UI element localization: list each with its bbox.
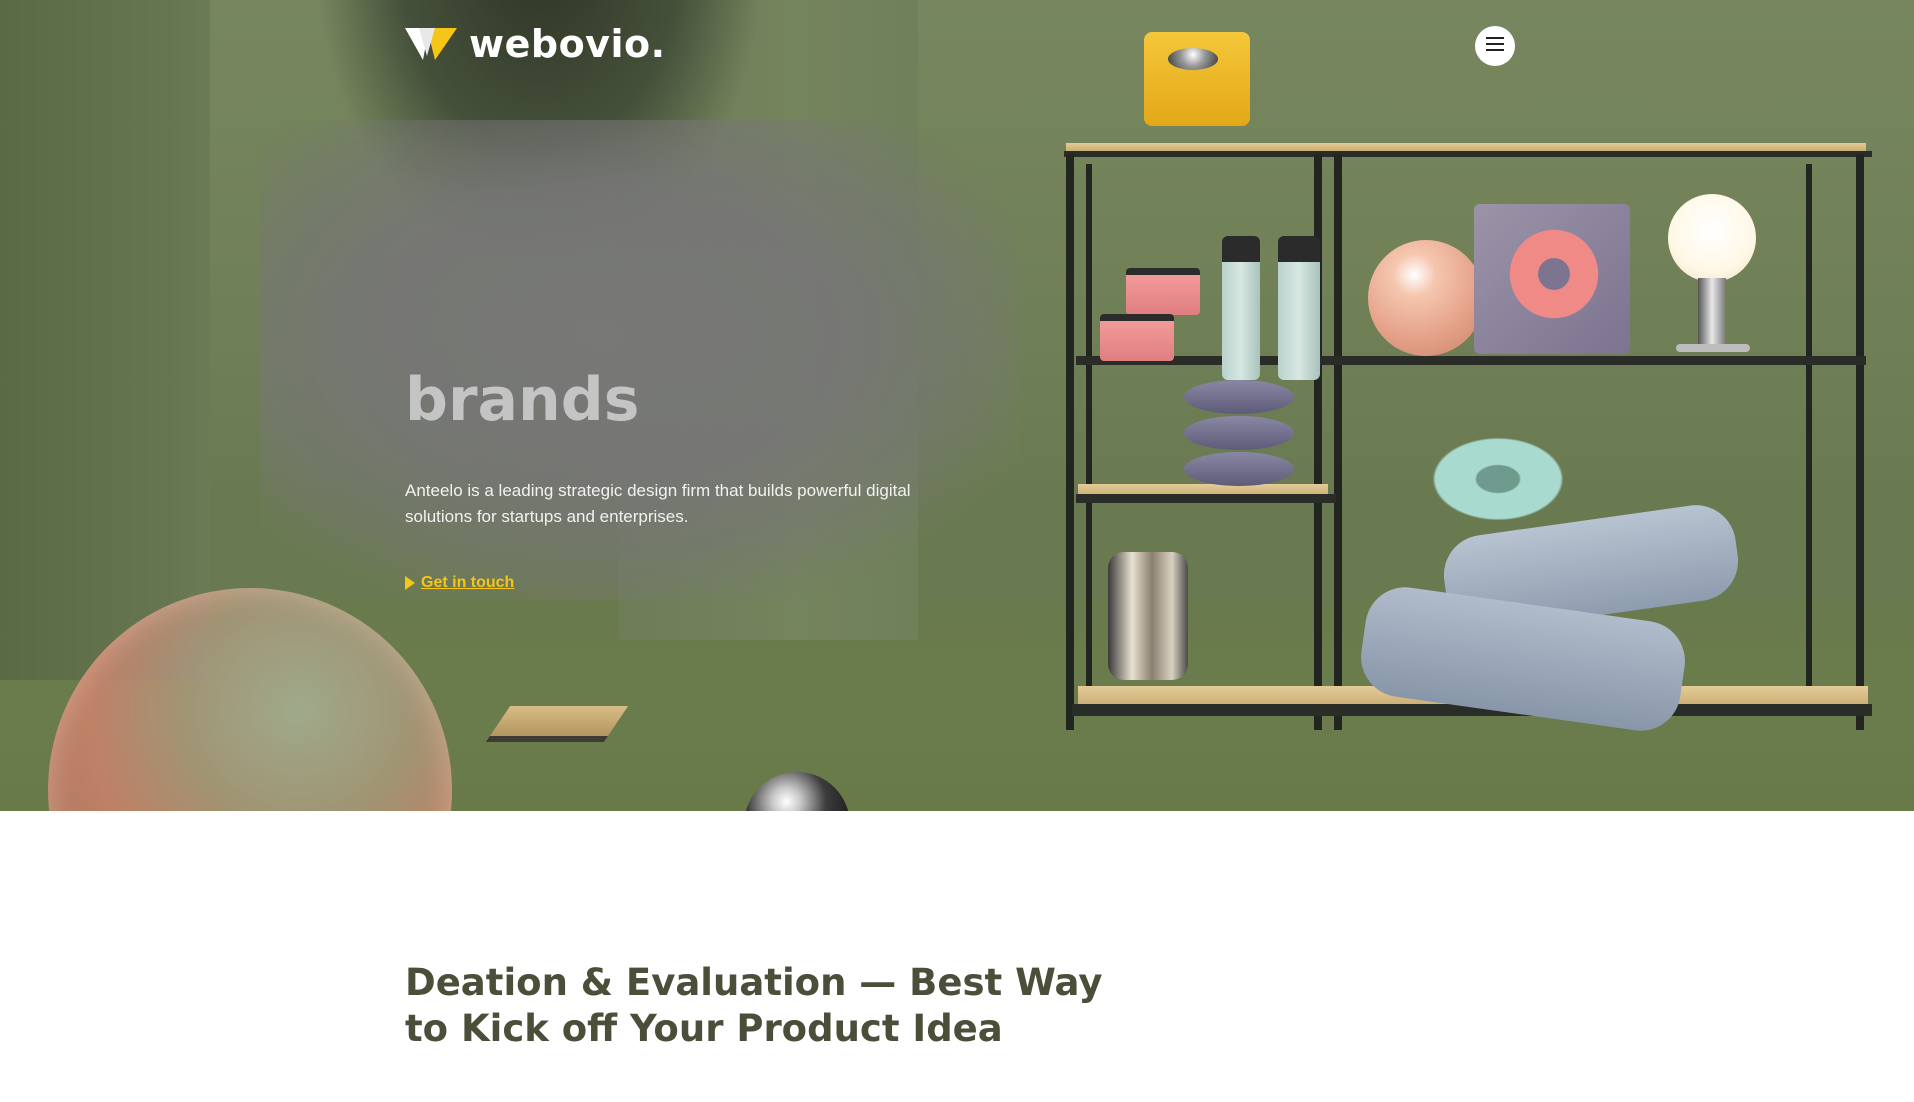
hamburger-menu-icon: [1486, 36, 1504, 56]
hero-description: Anteelo is a leading strategic design fi…: [405, 481, 911, 526]
brand-name: webovio.: [469, 22, 666, 66]
hero-section: webovio. brands Anteelo is a leading str…: [0, 0, 1914, 811]
hero-title-line-2: [405, 298, 1025, 366]
get-in-touch-link[interactable]: Get in touch: [405, 574, 514, 592]
menu-button[interactable]: [1475, 26, 1515, 66]
hero-title: brands: [405, 230, 1025, 434]
logo-mark-icon: [405, 26, 457, 62]
hero-title-line-3: brands: [405, 365, 640, 435]
section-title: Deation & Evaluation — Best Way to Kick …: [405, 961, 1103, 1050]
brand-logo[interactable]: webovio.: [405, 22, 666, 66]
shelf-illustration: [1056, 32, 1874, 740]
hero-floor-tile: [485, 706, 629, 742]
hero-wall-shadow: [0, 0, 210, 680]
hero-title-line-1: [405, 230, 1025, 298]
play-triangle-icon: [405, 576, 415, 590]
get-in-touch-label: Get in touch: [421, 574, 515, 591]
